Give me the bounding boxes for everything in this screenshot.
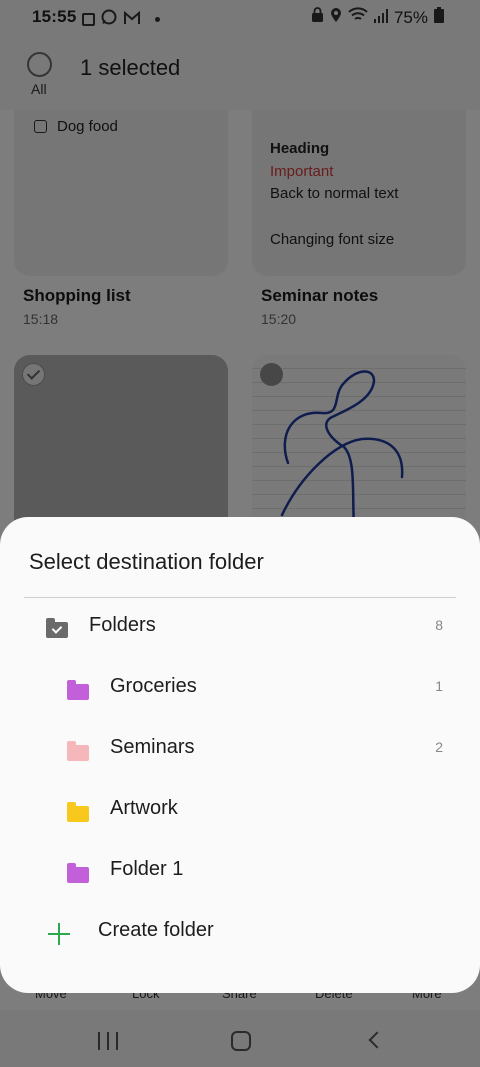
folder-icon [67, 863, 89, 883]
folder-count: 1 [435, 678, 443, 694]
folder-row-folder-1[interactable]: Folder 1 [0, 844, 480, 900]
folder-name: Groceries [110, 675, 197, 697]
sheet-title: Select destination folder [29, 549, 264, 574]
folder-name: Folders [89, 614, 156, 636]
folder-icon [67, 802, 89, 822]
folder-row-root[interactable]: Folders 8 [0, 600, 480, 656]
divider [24, 597, 456, 598]
folder-count: 2 [435, 739, 443, 755]
destination-folder-sheet: Select destination folder Folders 8 Groc… [0, 517, 480, 993]
folder-icon [67, 741, 89, 761]
create-folder-label: Create folder [98, 919, 214, 941]
folder-name: Artwork [110, 797, 178, 819]
folder-count: 8 [435, 617, 443, 633]
folder-row-groceries[interactable]: Groceries 1 [0, 661, 480, 717]
plus-icon [48, 923, 70, 945]
folder-row-artwork[interactable]: Artwork [0, 783, 480, 839]
folder-row-seminars[interactable]: Seminars 2 [0, 722, 480, 778]
folder-check-icon [46, 618, 68, 638]
folder-name: Folder 1 [110, 858, 184, 880]
folder-name: Seminars [110, 736, 195, 758]
folder-icon [67, 680, 89, 700]
create-folder-button[interactable]: Create folder [0, 905, 480, 961]
